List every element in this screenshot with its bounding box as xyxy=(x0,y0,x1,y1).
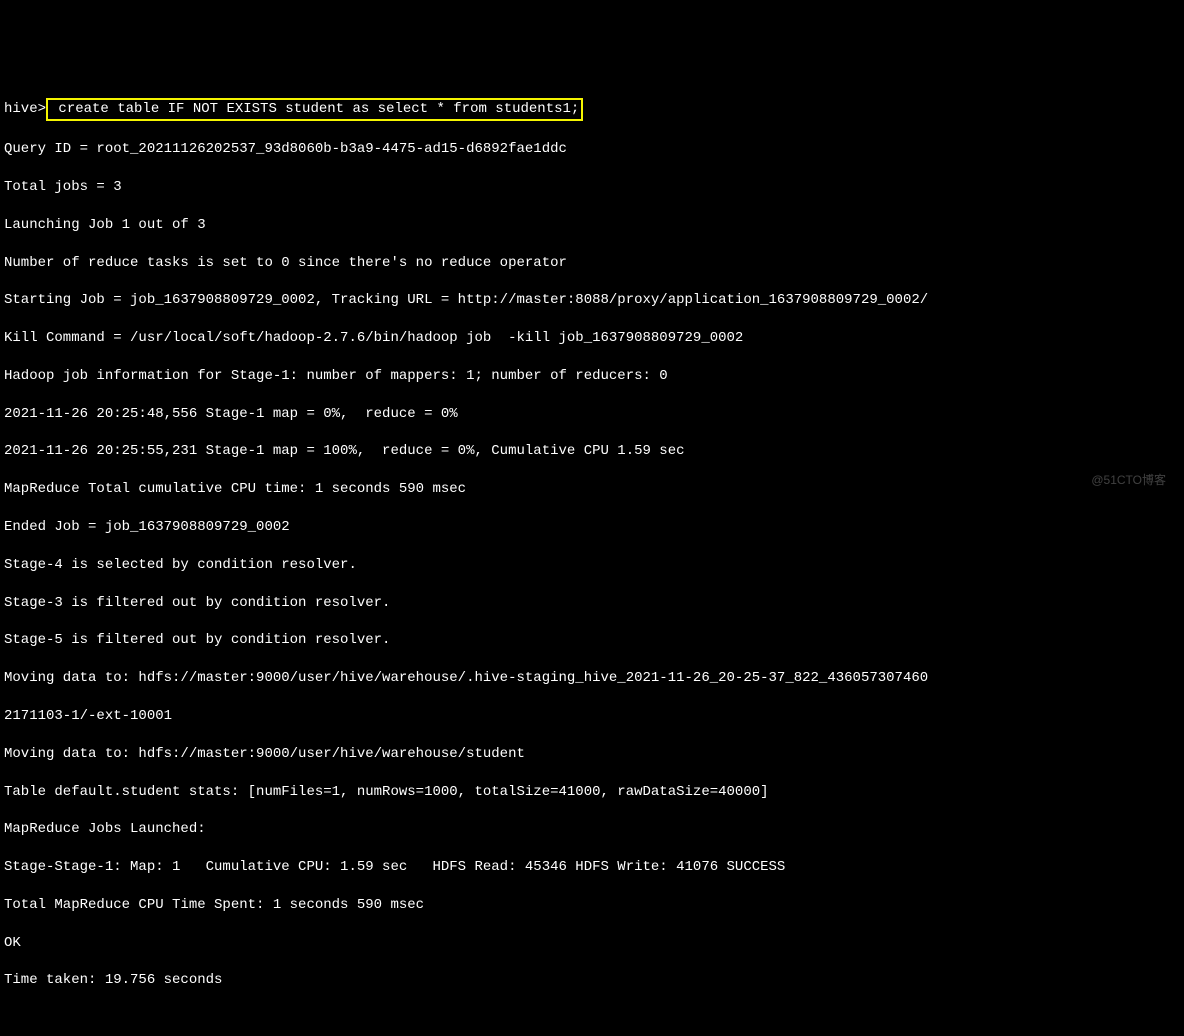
output-line: MapReduce Total cumulative CPU time: 1 s… xyxy=(4,480,1180,499)
command-line[interactable]: hive> create table IF NOT EXISTS student… xyxy=(4,98,1180,121)
output-line: Moving data to: hdfs://master:9000/user/… xyxy=(4,745,1180,764)
output-line: Kill Command = /usr/local/soft/hadoop-2.… xyxy=(4,329,1180,348)
output-line: Stage-5 is filtered out by condition res… xyxy=(4,631,1180,650)
output-line: 2021-11-26 20:25:55,231 Stage-1 map = 10… xyxy=(4,442,1180,461)
output-line: Number of reduce tasks is set to 0 since… xyxy=(4,254,1180,273)
output-line: Table default.student stats: [numFiles=1… xyxy=(4,783,1180,802)
output-line: Query ID = root_20211126202537_93d8060b-… xyxy=(4,140,1180,159)
output-line: Stage-4 is selected by condition resolve… xyxy=(4,556,1180,575)
output-line: 2021-11-26 20:25:48,556 Stage-1 map = 0%… xyxy=(4,405,1180,424)
output-line: Launching Job 1 out of 3 xyxy=(4,216,1180,235)
output-line: Ended Job = job_1637908809729_0002 xyxy=(4,518,1180,537)
output-line: 2171103-1/-ext-10001 xyxy=(4,707,1180,726)
output-line: MapReduce Jobs Launched: xyxy=(4,820,1180,839)
output-line: Stage-Stage-1: Map: 1 Cumulative CPU: 1.… xyxy=(4,858,1180,877)
output-line: Stage-3 is filtered out by condition res… xyxy=(4,594,1180,613)
output-line-ok: OK xyxy=(4,934,1180,953)
output-line: Total MapReduce CPU Time Spent: 1 second… xyxy=(4,896,1180,915)
output-line-time: Time taken: 19.756 seconds xyxy=(4,971,1180,990)
sql-command-highlight: create table IF NOT EXISTS student as se… xyxy=(46,98,583,121)
output-line: Hadoop job information for Stage-1: numb… xyxy=(4,367,1180,386)
hive-prompt: hive> xyxy=(4,101,46,117)
watermark-label: @51CTO博客 xyxy=(1091,472,1166,488)
terminal-output[interactable]: hive> create table IF NOT EXISTS student… xyxy=(4,80,1180,1010)
output-line: Total jobs = 3 xyxy=(4,178,1180,197)
output-line: Starting Job = job_1637908809729_0002, T… xyxy=(4,291,1180,310)
output-line: Moving data to: hdfs://master:9000/user/… xyxy=(4,669,1180,688)
